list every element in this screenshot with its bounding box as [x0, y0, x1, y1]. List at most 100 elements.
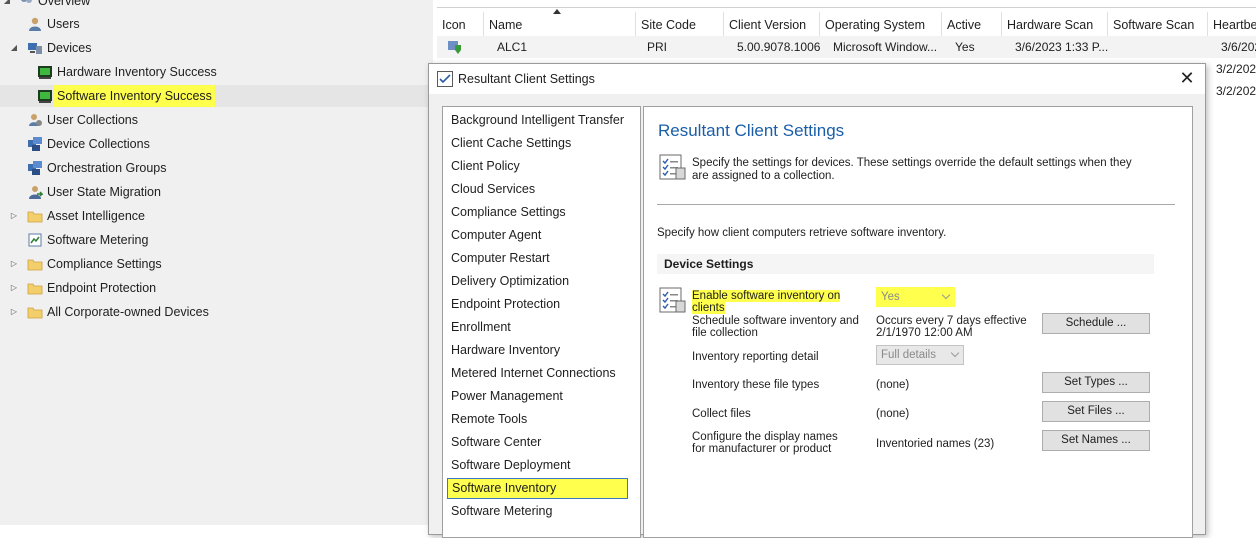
- cell-heartbeat: 3/2/202: [1216, 84, 1256, 98]
- setting-label-text: Enable software inventory on clients: [692, 290, 841, 314]
- tree-item-user-state-migration[interactable]: User State Migration: [0, 181, 433, 203]
- list-item[interactable]: Enrollment: [451, 317, 511, 338]
- tree-item-hardware-inventory-success[interactable]: Hardware Inventory Success: [0, 61, 433, 83]
- list-item[interactable]: Cloud Services: [451, 179, 535, 200]
- list-item[interactable]: Client Policy: [451, 156, 520, 177]
- tree-item-label: Software Metering: [47, 233, 149, 247]
- tree-item-users[interactable]: Users: [0, 13, 433, 35]
- tree-item-device-collections[interactable]: Device Collections: [0, 133, 433, 155]
- setting-label-reporting-detail: Inventory reporting detail: [692, 351, 819, 363]
- column-header-active[interactable]: Active: [942, 12, 1002, 36]
- list-item[interactable]: Compliance Settings: [451, 202, 566, 223]
- setting-value-collect-files: (none): [876, 408, 910, 420]
- expand-arrow-icon[interactable]: ▷: [9, 253, 19, 275]
- chevron-down-icon: [950, 348, 960, 358]
- set-types-button[interactable]: Set Types ...: [1042, 372, 1150, 393]
- column-header-icon[interactable]: Icon: [437, 12, 484, 36]
- collapse-arrow-icon[interactable]: ◢: [2, 0, 12, 12]
- metering-icon: [28, 233, 42, 247]
- column-header-client-version[interactable]: Client Version: [724, 12, 820, 36]
- folder-icon: [27, 283, 43, 295]
- tree-item-devices[interactable]: ◢ Devices: [0, 37, 433, 59]
- list-item[interactable]: Computer Agent: [451, 225, 541, 246]
- tree-item-overview[interactable]: ◢ Overview: [0, 0, 433, 12]
- collection-icon: [38, 90, 52, 103]
- expand-arrow-icon[interactable]: ▷: [9, 205, 19, 227]
- tree-item-asset-intelligence[interactable]: ▷ Asset Intelligence: [0, 205, 433, 227]
- tree-item-software-metering[interactable]: Software Metering: [0, 229, 433, 251]
- tree-item-label: Hardware Inventory Success: [57, 65, 217, 79]
- setting-label-display-names: Configure the display names for manufact…: [692, 431, 838, 455]
- list-item[interactable]: Computer Restart: [451, 248, 550, 269]
- dialog-title-bar[interactable]: Resultant Client Settings ✕: [429, 64, 1205, 94]
- column-header-software-scan[interactable]: Software Scan: [1108, 12, 1208, 36]
- list-item[interactable]: Remote Tools: [451, 409, 527, 430]
- settings-checklist-icon: [659, 287, 686, 313]
- list-header: Icon Name Site Code Client Version Opera…: [437, 12, 1256, 36]
- column-header-name[interactable]: Name: [484, 12, 636, 36]
- tree-item-compliance-settings[interactable]: ▷ Compliance Settings: [0, 253, 433, 275]
- list-item[interactable]: Metered Internet Connections: [451, 363, 616, 384]
- schedule-button[interactable]: Schedule ...: [1042, 313, 1150, 334]
- expand-arrow-icon[interactable]: ▷: [9, 301, 19, 323]
- list-item[interactable]: Software Center: [451, 432, 541, 453]
- expand-arrow-icon[interactable]: ▷: [9, 277, 19, 299]
- tree-item-user-collections[interactable]: User Collections: [0, 109, 433, 131]
- list-item[interactable]: Delivery Optimization: [451, 271, 569, 292]
- separator: [657, 204, 1175, 205]
- description-text: Specify how client computers retrieve so…: [657, 227, 947, 239]
- setting-value-file-types: (none): [876, 379, 910, 391]
- cell-site-code: PRI: [647, 40, 668, 54]
- list-item[interactable]: Hardware Inventory: [451, 340, 560, 361]
- list-item[interactable]: Background Intelligent Transfer: [451, 110, 624, 131]
- tree-item-label: User Collections: [47, 113, 139, 127]
- set-files-button[interactable]: Set Files ...: [1042, 401, 1150, 422]
- settings-checklist-icon: [659, 154, 686, 180]
- close-icon[interactable]: ✕: [1175, 64, 1199, 94]
- list-item[interactable]: Software Deployment: [451, 455, 571, 476]
- list-item[interactable]: Endpoint Protection: [451, 294, 560, 315]
- tree-item-label: Overview: [38, 0, 91, 8]
- cell-name: ALC1: [497, 40, 528, 54]
- tree-item-label: Software Inventory Success: [54, 85, 215, 107]
- setting-label-collect-files: Collect files: [692, 408, 751, 420]
- column-header-site-code[interactable]: Site Code: [636, 12, 724, 36]
- setting-value-display-names: Inventoried names (23): [876, 438, 995, 450]
- collection-icon: [38, 66, 52, 79]
- tree-item-orchestration-groups[interactable]: Orchestration Groups: [0, 157, 433, 179]
- tree-item-label: Devices: [47, 41, 92, 55]
- client-status-icon: [448, 41, 461, 54]
- collapse-arrow-icon[interactable]: ◢: [9, 37, 19, 59]
- tree-item-software-inventory-success[interactable]: Software Inventory Success: [0, 85, 433, 107]
- intro-text: Specify the settings for devices. These …: [692, 157, 1132, 182]
- orchestration-icon: [28, 161, 42, 175]
- reporting-detail-dropdown[interactable]: Full details: [876, 345, 964, 365]
- dropdown-value: Full details: [881, 349, 936, 361]
- tree-item-all-corporate-owned-devices[interactable]: ▷ All Corporate-owned Devices: [0, 301, 433, 323]
- tree-item-label: Device Collections: [47, 137, 150, 151]
- cell-heartbeat: 3/6/202: [1221, 40, 1256, 54]
- user-collection-icon: [29, 114, 42, 126]
- column-header-operating-system[interactable]: Operating System: [820, 12, 942, 36]
- tree-item-label: User State Migration: [47, 185, 161, 199]
- tree-item-label: Asset Intelligence: [47, 209, 145, 223]
- list-item-selected[interactable]: Software Inventory: [447, 478, 628, 499]
- enable-inventory-dropdown[interactable]: Yes: [876, 287, 955, 307]
- resultant-client-settings-dialog: Resultant Client Settings ✕ Background I…: [428, 63, 1206, 538]
- navigation-tree: ◢ Overview Users ◢ Devices Hardware Inve…: [0, 0, 433, 525]
- tree-item-endpoint-protection[interactable]: ▷ Endpoint Protection: [0, 277, 433, 299]
- table-row[interactable]: ALC1 PRI 5.00.9078.1006 Microsoft Window…: [437, 36, 1256, 58]
- set-names-button[interactable]: Set Names ...: [1042, 430, 1150, 451]
- list-toolbar-edge: [437, 0, 1256, 8]
- folder-icon: [27, 211, 43, 223]
- list-item[interactable]: Software Metering: [451, 501, 552, 522]
- column-header-hardware-scan[interactable]: Hardware Scan: [1002, 12, 1108, 36]
- tree-item-label: Compliance Settings: [47, 257, 162, 271]
- checklist-icon: [437, 71, 453, 87]
- column-header-heartbeat[interactable]: Heartbe: [1208, 12, 1256, 36]
- cell-active: Yes: [955, 40, 975, 54]
- detail-title: Resultant Client Settings: [658, 121, 845, 140]
- cell-operating-system: Microsoft Window...: [833, 40, 938, 54]
- list-item[interactable]: Power Management: [451, 386, 563, 407]
- list-item[interactable]: Client Cache Settings: [451, 133, 571, 154]
